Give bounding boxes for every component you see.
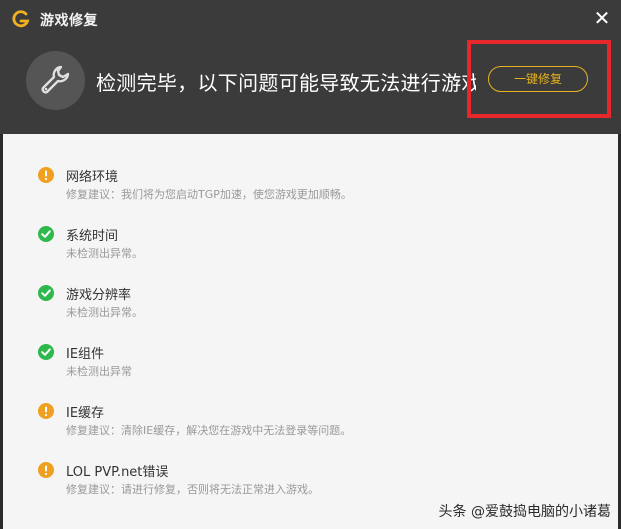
issue-title: 系统时间 [66,229,119,244]
issue-title: IE缓存 [66,406,105,421]
app-logo-icon [12,10,30,28]
exclamation-icon [38,403,54,419]
list-item: IE组件 未检测出异常 [38,341,598,391]
header-panel: 游戏修复 ✕ 检测完毕，以下问题可能导致无法进行游戏 一键修复 [0,0,621,134]
title-bar: 游戏修复 ✕ [0,0,621,38]
exclamation-icon [38,167,54,183]
window-edge-left [0,134,3,529]
issue-title: 游戏分辨率 [66,288,132,303]
list-item: 游戏分辨率 未检测出异常。 [38,282,598,332]
close-button[interactable]: ✕ [591,7,613,29]
issue-description: 修复建议：我们将为您启动TGP加速，使您游戏更加顺畅。 [66,188,352,201]
issue-description: 未检测出异常。 [66,247,143,260]
watermark: 头条 @爱鼓捣电脑的小诸葛 [438,504,611,520]
issue-title: LOL PVP.net错误 [66,465,169,480]
check-icon [38,344,54,360]
list-item: 网络环境 修复建议：我们将为您启动TGP加速，使您游戏更加顺畅。 [38,164,598,214]
check-icon [38,226,54,242]
wrench-icon [26,51,85,110]
issue-title: IE组件 [66,347,105,362]
exclamation-icon [38,462,54,478]
list-item: 系统时间 未检测出异常。 [38,223,598,273]
window-title: 游戏修复 [40,13,98,29]
list-item: IE缓存 修复建议：清除IE缓存，解决您在游戏中无法登录等问题。 [38,400,598,450]
scan-result-headline: 检测完毕，以下问题可能导致无法进行游戏 [96,71,476,95]
issue-description: 修复建议：清除IE缓存，解决您在游戏中无法登录等问题。 [66,424,352,437]
issue-description: 未检测出异常 [66,365,132,378]
check-icon [38,285,54,301]
repair-window: 游戏修复 ✕ 检测完毕，以下问题可能导致无法进行游戏 一键修复 网络环境 修复建… [0,0,621,529]
issue-title: 网络环境 [66,170,119,185]
issue-description: 修复建议：请进行修复，否则将无法正常进入游戏。 [66,483,319,496]
issue-description: 未检测出异常。 [66,306,143,319]
highlight-annotation [467,40,611,118]
